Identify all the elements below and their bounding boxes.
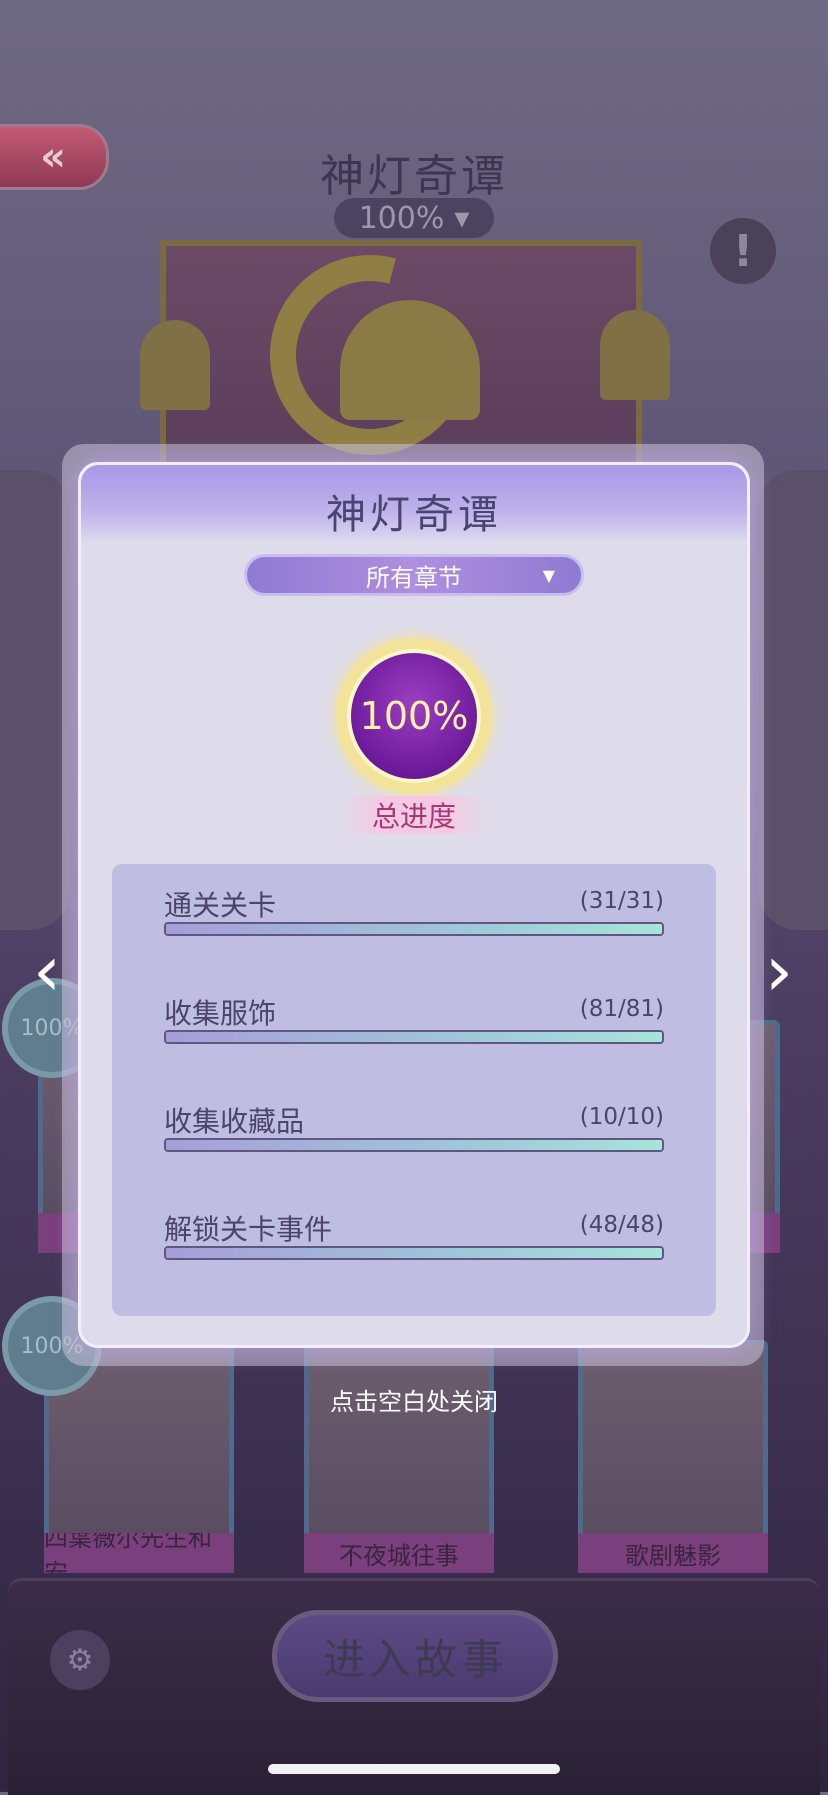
stat-count: (10/10)	[579, 1104, 664, 1130]
stat-progress-bar	[164, 1138, 664, 1152]
overall-progress-badge: 100%	[336, 638, 492, 794]
chapter-card-label: 四葉薇尔先生和安	[44, 1533, 234, 1573]
stat-row: 解锁关卡事件 (48/48)	[164, 1208, 664, 1278]
home-indicator[interactable]	[268, 1764, 560, 1774]
chevron-down-icon: ▾	[454, 200, 470, 236]
prev-arrow-icon[interactable]: ‹	[22, 926, 72, 1016]
info-button[interactable]: !	[710, 218, 776, 284]
story-title: 神灯奇谭	[320, 151, 508, 202]
chapter-card[interactable]: 不夜城往事	[304, 1340, 494, 1573]
story-progress-dropdown[interactable]: 100% ▾	[334, 198, 494, 238]
stat-progress-bar	[164, 1246, 664, 1260]
chapter-select[interactable]: 所有章节 ▼	[244, 554, 584, 596]
stat-count: (31/31)	[579, 888, 664, 914]
stat-name: 通关关卡	[164, 889, 277, 922]
chapter-card[interactable]: 歌剧魅影	[578, 1340, 768, 1573]
stat-progress-bar	[164, 1030, 664, 1044]
chapter-select-value: 所有章节	[366, 563, 462, 592]
palace-tower-right-art	[600, 310, 670, 400]
book-gear-icon[interactable]: ⚙	[50, 1630, 110, 1690]
stat-progress-fill	[166, 1140, 662, 1150]
stat-count: (81/81)	[579, 996, 664, 1022]
prev-story-panel	[0, 470, 70, 930]
stat-progress-bar	[164, 922, 664, 936]
stat-progress-fill	[166, 1032, 662, 1042]
stat-name: 收集收藏品	[164, 1105, 305, 1138]
next-story-panel	[758, 470, 828, 930]
stat-name: 解锁关卡事件	[164, 1213, 333, 1246]
chapter-card-label: 不夜城往事	[304, 1533, 494, 1573]
overall-progress-value: 100%	[347, 649, 481, 783]
stat-row: 收集收藏品 (10/10)	[164, 1100, 664, 1170]
story-progress-value: 100%	[358, 200, 445, 236]
chapter-card-label: 歌剧魅影	[578, 1533, 768, 1573]
stat-row: 通关关卡 (31/31)	[164, 884, 664, 954]
stat-row: 收集服饰 (81/81)	[164, 992, 664, 1062]
triangle-down-icon: ▼	[542, 566, 555, 585]
close-hint[interactable]: 点击空白处关闭	[0, 1382, 828, 1417]
enter-story-button[interactable]: 进入故事	[272, 1610, 558, 1702]
stat-progress-fill	[166, 924, 662, 934]
stat-progress-fill	[166, 1248, 662, 1258]
stat-name: 收集服饰	[164, 997, 277, 1030]
stat-count: (48/48)	[579, 1212, 664, 1238]
next-arrow-icon[interactable]: ›	[754, 926, 804, 1016]
overall-progress-label: 总进度	[338, 796, 490, 834]
modal-title: 神灯奇谭	[326, 492, 502, 538]
palace-tower-left-art	[140, 320, 210, 410]
